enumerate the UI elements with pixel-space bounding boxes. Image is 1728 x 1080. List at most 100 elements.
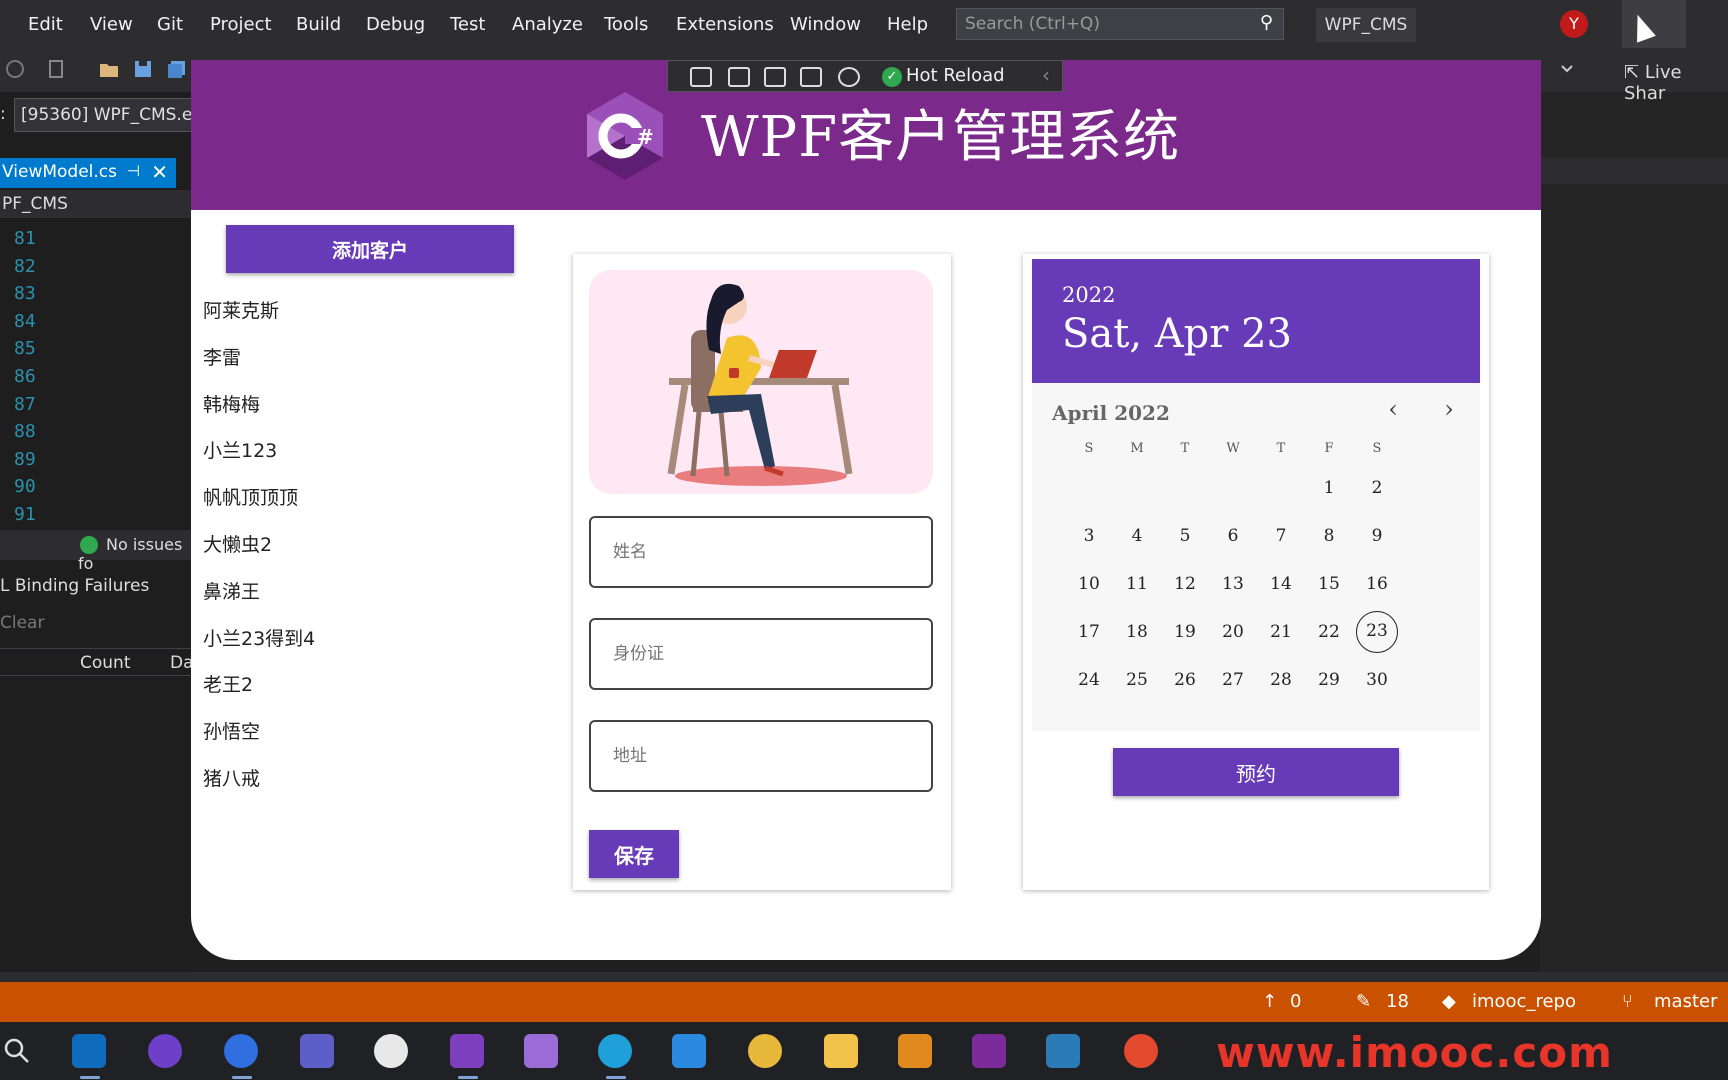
- calendar-day[interactable]: 1: [1308, 467, 1350, 509]
- collapse-chevron-icon[interactable]: ‹: [1042, 63, 1050, 87]
- menu-tools[interactable]: Tools: [604, 14, 648, 35]
- calendar-day[interactable]: 8: [1308, 515, 1350, 557]
- add-customer-button[interactable]: 添加客户: [226, 225, 514, 273]
- calendar-day[interactable]: 25: [1116, 659, 1158, 701]
- list-item[interactable]: 帆帆顶顶顶: [203, 475, 503, 522]
- pin-icon[interactable]: ⊣: [127, 162, 140, 180]
- calendar-day[interactable]: 4: [1116, 515, 1158, 557]
- calendar-day[interactable]: 21: [1260, 611, 1302, 653]
- calendar-day[interactable]: 3: [1068, 515, 1110, 557]
- vs-search-box[interactable]: Search (Ctrl+Q) ⚲: [956, 8, 1284, 40]
- teams-icon[interactable]: [300, 1034, 334, 1068]
- book-appointment-button[interactable]: 预约: [1113, 748, 1399, 796]
- maps-icon[interactable]: [224, 1034, 258, 1068]
- calendar-day[interactable]: 29: [1308, 659, 1350, 701]
- save-icon[interactable]: [132, 58, 154, 80]
- binding-icon[interactable]: [838, 67, 860, 87]
- calendar-day[interactable]: 17: [1068, 611, 1110, 653]
- menu-test[interactable]: Test: [450, 14, 485, 35]
- outlook-icon[interactable]: [72, 1034, 106, 1068]
- visual-studio-icon[interactable]: [450, 1034, 484, 1068]
- file-explorer-icon[interactable]: [824, 1034, 858, 1068]
- menu-help[interactable]: Help: [887, 14, 928, 35]
- list-item[interactable]: 猪八戒: [203, 756, 503, 803]
- menu-window[interactable]: Window: [790, 14, 861, 35]
- menu-analyze[interactable]: Analyze: [512, 14, 583, 35]
- sublime-icon[interactable]: [898, 1034, 932, 1068]
- list-item[interactable]: 孙悟空: [203, 709, 503, 756]
- status-up-count[interactable]: 0: [1290, 991, 1301, 1012]
- list-item[interactable]: 鼻涕王: [203, 569, 503, 616]
- calendar-day[interactable]: 14: [1260, 563, 1302, 605]
- chrome-icon[interactable]: [748, 1034, 782, 1068]
- calendar-day[interactable]: 18: [1116, 611, 1158, 653]
- mysql-icon[interactable]: [1046, 1034, 1080, 1068]
- calendar-year[interactable]: 2022: [1062, 283, 1115, 307]
- search-icon[interactable]: [0, 1034, 34, 1068]
- calendar-day[interactable]: 24: [1068, 659, 1110, 701]
- list-item[interactable]: 李雷: [203, 335, 503, 382]
- open-folder-icon[interactable]: [98, 58, 120, 80]
- live-share-button[interactable]: ⇱ Live Shar: [1624, 62, 1728, 104]
- calendar-day[interactable]: 6: [1212, 515, 1254, 557]
- list-item[interactable]: 小兰23得到4: [203, 616, 503, 663]
- id-card-input[interactable]: [589, 618, 933, 690]
- name-input[interactable]: [589, 516, 933, 588]
- calendar-day[interactable]: 13: [1212, 563, 1254, 605]
- new-project-icon[interactable]: [46, 58, 68, 80]
- list-item[interactable]: 老王2: [203, 662, 503, 709]
- postman-icon[interactable]: [1124, 1034, 1158, 1068]
- project-dropdown[interactable]: PF_CMS: [0, 190, 192, 218]
- status-branch[interactable]: master: [1654, 991, 1717, 1012]
- github-icon[interactable]: [148, 1034, 182, 1068]
- menu-build[interactable]: Build: [296, 14, 341, 35]
- live-tree-icon[interactable]: [690, 67, 712, 87]
- menu-git[interactable]: Git: [157, 14, 183, 35]
- menu-extensions[interactable]: Extensions: [676, 14, 774, 35]
- chevron-right-icon[interactable]: ›: [1434, 395, 1464, 425]
- save-button[interactable]: 保存: [589, 830, 679, 878]
- onenote-icon[interactable]: [972, 1034, 1006, 1068]
- calendar-day[interactable]: 22: [1308, 611, 1350, 653]
- list-item[interactable]: 韩梅梅: [203, 382, 503, 429]
- calendar-day[interactable]: 11: [1116, 563, 1158, 605]
- list-item[interactable]: 小兰123: [203, 428, 503, 475]
- status-repo[interactable]: imooc_repo: [1472, 991, 1576, 1012]
- status-edits-count[interactable]: 18: [1386, 991, 1409, 1012]
- close-icon[interactable]: ✕: [151, 160, 168, 184]
- list-item[interactable]: 大懒虫2: [203, 522, 503, 569]
- hot-reload-label[interactable]: Hot Reload: [906, 65, 1005, 86]
- back-icon[interactable]: [4, 58, 26, 80]
- calendar-day[interactable]: 9: [1356, 515, 1398, 557]
- clear-button[interactable]: Clear: [0, 613, 44, 633]
- select-element-icon[interactable]: [728, 67, 750, 87]
- issues-indicator[interactable]: No issues fo: [0, 530, 192, 573]
- menu-view[interactable]: View: [90, 14, 133, 35]
- column-data[interactable]: Da: [170, 653, 194, 673]
- slack-icon[interactable]: [374, 1034, 408, 1068]
- calendar-day[interactable]: 20: [1212, 611, 1254, 653]
- list-item[interactable]: 阿莱克斯: [203, 288, 503, 335]
- calendar-day[interactable]: 28: [1260, 659, 1302, 701]
- menu-debug[interactable]: Debug: [366, 14, 425, 35]
- calendar-day[interactable]: 26: [1164, 659, 1206, 701]
- chevron-left-icon[interactable]: ‹: [1378, 395, 1408, 425]
- account-avatar[interactable]: Y: [1560, 10, 1588, 38]
- calendar-day[interactable]: 5: [1164, 515, 1206, 557]
- track-focus-icon[interactable]: [800, 67, 822, 87]
- calendar-day[interactable]: 19: [1164, 611, 1206, 653]
- calendar-day[interactable]: 10: [1068, 563, 1110, 605]
- calendar-day[interactable]: 2: [1356, 467, 1398, 509]
- menu-edit[interactable]: Edit: [28, 14, 63, 35]
- calendar-day[interactable]: 7: [1260, 515, 1302, 557]
- calendar-day[interactable]: 16: [1356, 563, 1398, 605]
- edge-icon[interactable]: [598, 1034, 632, 1068]
- column-count[interactable]: Count: [80, 653, 131, 673]
- menu-project[interactable]: Project: [210, 14, 272, 35]
- editor-tab-viewmodel[interactable]: ViewModel.cs ⊣ ✕: [0, 158, 176, 188]
- save-all-icon[interactable]: [166, 58, 188, 80]
- vscode-icon[interactable]: [672, 1034, 706, 1068]
- address-input[interactable]: [589, 720, 933, 792]
- overflow-icon[interactable]: [1556, 58, 1578, 80]
- display-layout-icon[interactable]: [764, 67, 786, 87]
